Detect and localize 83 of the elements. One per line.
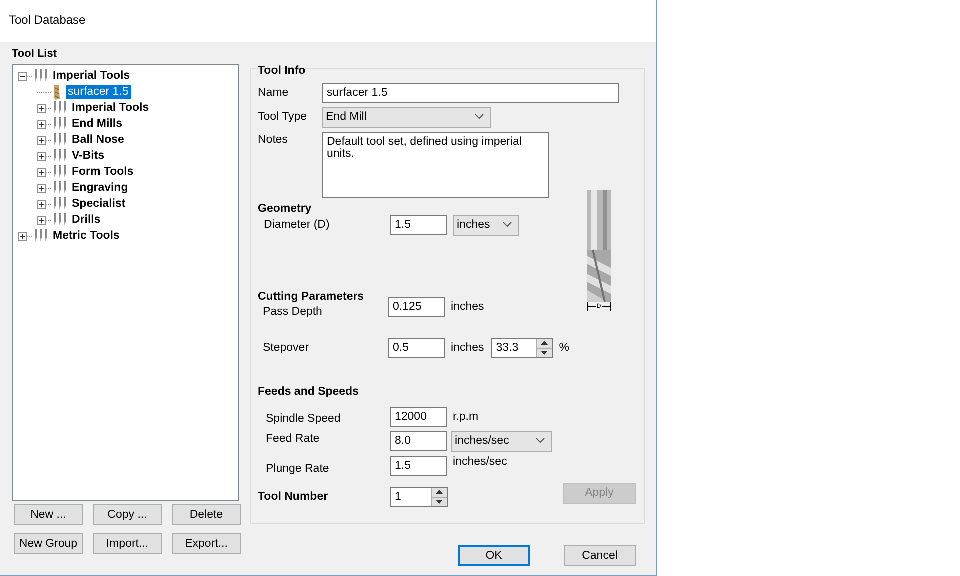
- expand-icon[interactable]: [37, 120, 46, 128]
- step-up-button[interactable]: [432, 488, 447, 498]
- down-arrow-icon: [436, 500, 443, 504]
- tool-group-icon: [53, 213, 67, 227]
- number-spinner[interactable]: 1: [390, 487, 448, 507]
- unit-dropdown[interactable]: inches: [453, 214, 519, 236]
- tree-item[interactable]: Ball Nose: [70, 133, 126, 147]
- spindle-speed-field[interactable]: 12000: [390, 407, 447, 427]
- expand-icon[interactable]: [37, 104, 46, 112]
- expand-icon[interactable]: [37, 216, 46, 224]
- caret-icon: [475, 114, 484, 120]
- field-label: Tool Number: [258, 491, 330, 503]
- up-arrow-icon: [541, 341, 548, 346]
- tool-group-icon: [53, 165, 67, 179]
- field-label: Stepover: [262, 342, 310, 354]
- field-label: Plunge Rate: [265, 462, 330, 474]
- tool-group-icon: [53, 181, 67, 195]
- tool-list-button[interactable]: New Group: [14, 533, 83, 554]
- field-label: Tool Type: [258, 111, 308, 123]
- tool-list-button[interactable]: Copy ...: [93, 504, 162, 525]
- field-label: Pass Depth: [262, 306, 324, 318]
- notes-field[interactable]: Default tool set, defined using imperial units.: [322, 132, 549, 198]
- tree-item[interactable]: Imperial Tools: [51, 69, 132, 83]
- unit-label: inches: [451, 342, 484, 354]
- tool-group-icon: [34, 229, 48, 243]
- tree-item[interactable]: surfacer 1.5: [66, 85, 131, 99]
- diameter-field[interactable]: 1.5: [390, 215, 447, 235]
- unit-label: r.p.m: [453, 411, 479, 423]
- pass-depth-field[interactable]: 0.125: [388, 297, 445, 317]
- unit-dropdown[interactable]: inches/sec: [451, 430, 552, 452]
- expand-icon[interactable]: [37, 200, 46, 208]
- expand-icon[interactable]: [37, 184, 46, 192]
- field-label: Diameter (D): [263, 219, 331, 231]
- tool-type-dropdown[interactable]: End Mill: [322, 106, 491, 128]
- dialog-button[interactable]: OK: [458, 545, 530, 566]
- unit-label: inches/sec: [453, 456, 508, 468]
- window-title: Tool Database: [9, 13, 86, 27]
- expand-icon[interactable]: [18, 232, 27, 240]
- tree-item[interactable]: End Mills: [70, 117, 124, 131]
- tree-item[interactable]: Specialist: [70, 197, 128, 211]
- unit-label: %: [559, 342, 570, 354]
- down-arrow-icon: [541, 350, 548, 355]
- section-title: Tool List: [12, 48, 58, 60]
- plunge-rate-field[interactable]: 1.5: [390, 456, 447, 476]
- name-field[interactable]: surfacer 1.5: [322, 83, 619, 103]
- tool-group-icon: [53, 117, 67, 131]
- tool-group-icon: [53, 197, 67, 211]
- caret-icon: [503, 222, 512, 228]
- unit-label: inches: [451, 301, 484, 313]
- expand-icon[interactable]: [37, 152, 46, 160]
- collapse-icon[interactable]: [18, 72, 27, 80]
- tool-list-button[interactable]: New ...: [14, 504, 83, 525]
- caret-icon: [536, 438, 545, 444]
- section-title: Feeds and Speeds: [258, 385, 360, 399]
- expand-icon[interactable]: [37, 136, 46, 144]
- step-up-button[interactable]: [537, 339, 552, 348]
- tool-group-icon: [53, 133, 67, 147]
- tree-item[interactable]: V-Bits: [70, 149, 107, 163]
- tool-group-icon: [34, 69, 48, 83]
- section-title: Geometry: [258, 202, 313, 216]
- tool-group-icon: [53, 101, 67, 115]
- section-title: Tool Info: [258, 64, 307, 78]
- field-label: Name: [258, 87, 290, 99]
- tool-list-button[interactable]: Delete: [172, 504, 241, 525]
- tree-item[interactable]: Metric Tools: [51, 229, 122, 243]
- end-mill-icon: [53, 84, 61, 100]
- field-label: Feed Rate: [265, 433, 321, 445]
- expand-icon[interactable]: [37, 168, 46, 176]
- dialog-button[interactable]: Cancel: [564, 545, 636, 566]
- tree-item[interactable]: Drills: [70, 213, 103, 227]
- field-label: Notes: [258, 134, 290, 146]
- tool-group-icon: [53, 149, 67, 163]
- tool-list-button[interactable]: Import...: [93, 533, 162, 554]
- tree-item[interactable]: Form Tools: [70, 165, 136, 179]
- stepover-field[interactable]: 0.5: [388, 338, 445, 358]
- section-title: Cutting Parameters: [258, 290, 366, 304]
- up-arrow-icon: [436, 490, 443, 494]
- tree-item[interactable]: Imperial Tools: [70, 101, 152, 115]
- tree-item[interactable]: Engraving: [70, 181, 130, 195]
- feed-rate-field[interactable]: 8.0: [390, 431, 447, 451]
- tool-list-button[interactable]: Export...: [172, 533, 241, 554]
- number-spinner[interactable]: 33.3: [491, 338, 554, 358]
- field-label: Spindle Speed: [265, 413, 342, 425]
